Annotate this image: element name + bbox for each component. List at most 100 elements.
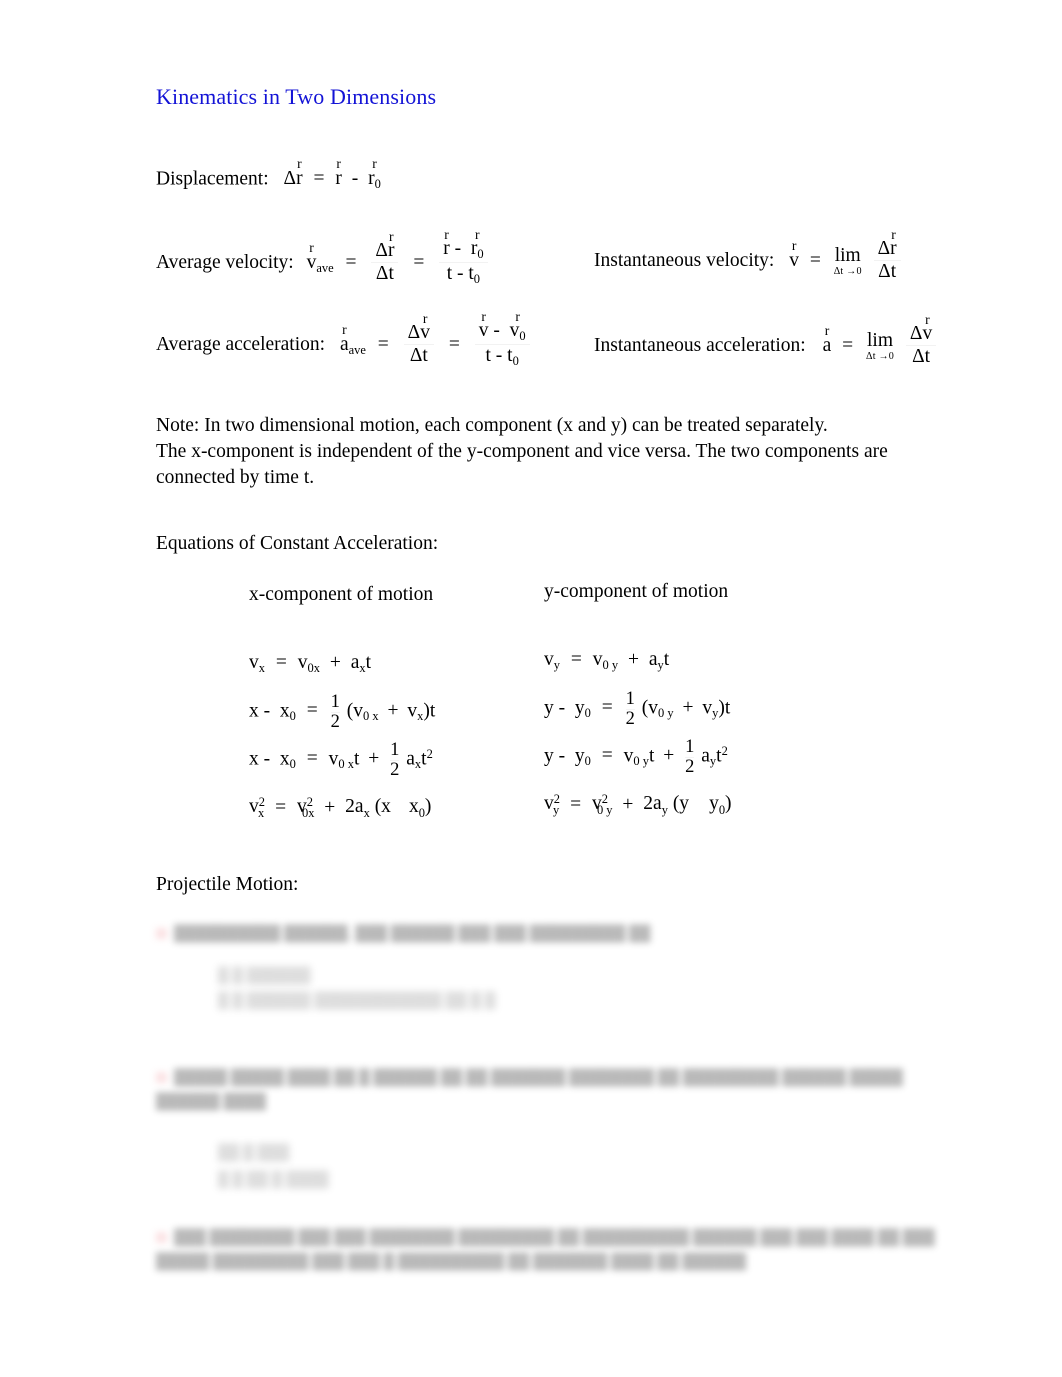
fraction-delta-r-over-delta-t: Δrr Δt [371,229,399,285]
fraction-denominator: Δt [878,261,897,283]
equation-y-minus-y0-accel: y - y0 = v0 yt + 1 2 ayt2 [544,733,732,781]
subscript-0x: 0 x [363,709,379,724]
vector-accent-icon: r [791,238,797,254]
vector-accent-icon: r [309,239,314,255]
fraction-denominator: 2 [390,758,400,780]
redacted-block-3: █████ █████ ████ ██ █ ██████ ██ ██ █████… [156,1070,903,1111]
plus-sign: + [368,748,380,770]
fraction-numerator: 1 [390,738,400,760]
open-paren-x: (x [374,796,391,818]
note-line-3: connected by time t. [156,467,315,488]
variable-v: v [328,748,339,770]
plus-sign: + [682,697,694,719]
variable-y-minus: y - [544,745,566,767]
subscript-zero: 0 [519,328,526,343]
average-velocity-formula: r vave = Δrr Δt = rr - r r0 t - t0 [307,228,491,287]
close-paren-t: )t [718,697,731,719]
variable-x: x [279,700,290,722]
variable-t: t [648,745,655,767]
redacted-text-line: ██████ ████ [156,1094,267,1110]
redacted-text-line: █████ █████ ████ ██ █ ██████ ██ ██ █████… [174,1070,903,1086]
variable-a: a [350,652,360,673]
close-paren-t: )t [423,700,436,722]
subscript-ave: ave [348,342,366,357]
equation-vx: vx = v0x + axt [249,640,435,688]
displacement-row: Displacement: Δrr = rr - r r0 [156,157,381,192]
note-line-1: Note: In two dimensional motion, each co… [156,415,828,436]
vector-accent-icon: r [422,310,428,326]
displacement-formula: Δrr = rr - r r0 [283,157,381,192]
plus-sign: + [627,649,639,670]
one-half-fraction: 1 2 [390,738,400,780]
variable-x-minus: x - [249,700,271,722]
variable-v: v [297,652,308,673]
variable-v: v [702,697,713,719]
variable-v: v [592,649,603,670]
equation-x-minus-x0-average: x - x0 = 1 2 (v0 x + vx)t [249,688,435,736]
vector-accent-icon: r [474,226,480,242]
constant-acceleration-heading: Equations of Constant Acceleration: [156,533,439,554]
subscript-x: x [257,805,265,820]
redacted-block-2: █ █ ██████ █ █ ██████ ████████████ ██ █ … [218,968,496,1010]
limit-operator: lim Δt →0 [834,246,862,277]
displacement-label: Displacement: [156,168,269,190]
x-column-header: x-component of motion [249,584,434,605]
delta-symbol: Δ [283,168,297,189]
instantaneous-velocity-formula: rv = lim Δt →0 Δrr Δt [789,228,903,284]
subscript-zero: 0 [512,353,519,368]
x-equations-group: vx = v0x + axt x - x0 = 1 2 (v0 x + vx)t [249,640,435,832]
redacted-text-line: ███ ████████ ███ ███ ████████ █████████ … [174,1230,935,1246]
plus-sign: + [387,700,399,722]
variable-x: x [408,796,419,818]
fraction-delta-v-over-delta-t: Δrv Δt [403,311,434,367]
vector-accent-icon: r [824,323,830,339]
subscript-ave: ave [316,260,334,275]
plus-sign: + [329,652,341,673]
equation-x-minus-x0-accel: x - x0 = v0 xt + 1 2 axt2 [249,736,435,784]
delta-symbol: Δ [407,321,421,343]
variable-a: a [822,335,832,357]
subscript-0x: 0x [307,660,320,675]
equation-vy: vy = v0 y + ayt [544,637,732,685]
equals-sign: = [601,745,613,767]
equals-sign: = [570,793,582,815]
close-paren: ) [725,793,732,815]
instantaneous-acceleration-row: Instantaneous acceleration: ra = lim Δt … [594,313,939,369]
fraction-denominator: 2 [625,707,635,729]
subscript-zero: 0 [374,176,381,191]
equals-sign: = [377,333,389,355]
lim-label: lim [834,245,861,267]
variable-x: x [279,748,290,770]
average-velocity-row: Average velocity: r vave = Δrr Δt = rr - … [156,228,491,287]
variable-a: a [648,649,658,670]
limit-operator: lim Δt →0 [866,331,894,362]
subscript-0y: 0 y [602,657,619,672]
vector-accent-icon: r [297,155,302,171]
one-half-fraction: 1 2 [330,692,340,732]
variable-v: v [789,250,799,272]
variable-v: v [407,700,418,722]
variable-v: v [544,649,554,670]
variable-v: v [648,697,658,719]
equals-sign: = [345,251,357,273]
lim-label: lim [867,330,894,352]
vector-accent-icon: r [925,311,930,327]
delta-symbol: Δ [375,239,388,261]
bullet-marker-icon [156,928,167,939]
bullet-marker-icon [156,1232,167,1243]
variable-t: t [353,748,360,770]
fraction-denominator: 2 [330,710,340,732]
vector-accent-icon: r [481,308,486,324]
subscript-zero: 0 [289,757,296,772]
equals-sign: = [842,335,854,357]
fraction-denominator: Δt [409,344,428,366]
equals-sign: = [275,652,287,673]
instantaneous-velocity-row: Instantaneous velocity: rv = lim Δt →0 Δ… [594,228,904,284]
plus-sign: + [622,793,634,815]
equals-sign: = [413,251,425,273]
instantaneous-velocity-label: Instantaneous velocity: [594,250,775,272]
fraction-numerator: 1 [685,735,695,757]
fraction-delta-v-over-delta-t: Δrv Δt [905,313,937,368]
average-acceleration-formula: r aave = Δrv Δt = rv - r v0 t - t0 [340,310,533,369]
instantaneous-acceleration-label: Instantaneous acceleration: [594,335,806,357]
